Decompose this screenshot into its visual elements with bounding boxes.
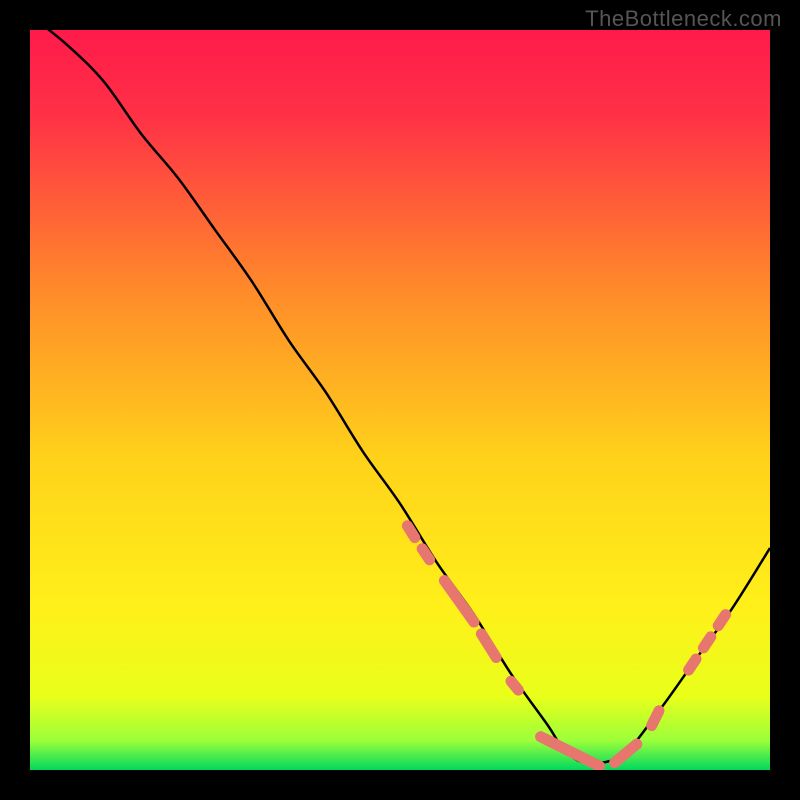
highlight-segment	[689, 659, 696, 670]
bottleneck-chart	[30, 30, 770, 770]
highlight-segment	[652, 711, 659, 726]
gradient-background	[30, 30, 770, 770]
highlight-segment	[703, 637, 710, 648]
highlight-segment	[511, 681, 518, 690]
highlight-segment	[422, 549, 429, 560]
highlight-segment	[718, 615, 725, 626]
highlight-segment	[407, 526, 414, 538]
watermark-text: TheBottleneck.com	[585, 6, 782, 32]
